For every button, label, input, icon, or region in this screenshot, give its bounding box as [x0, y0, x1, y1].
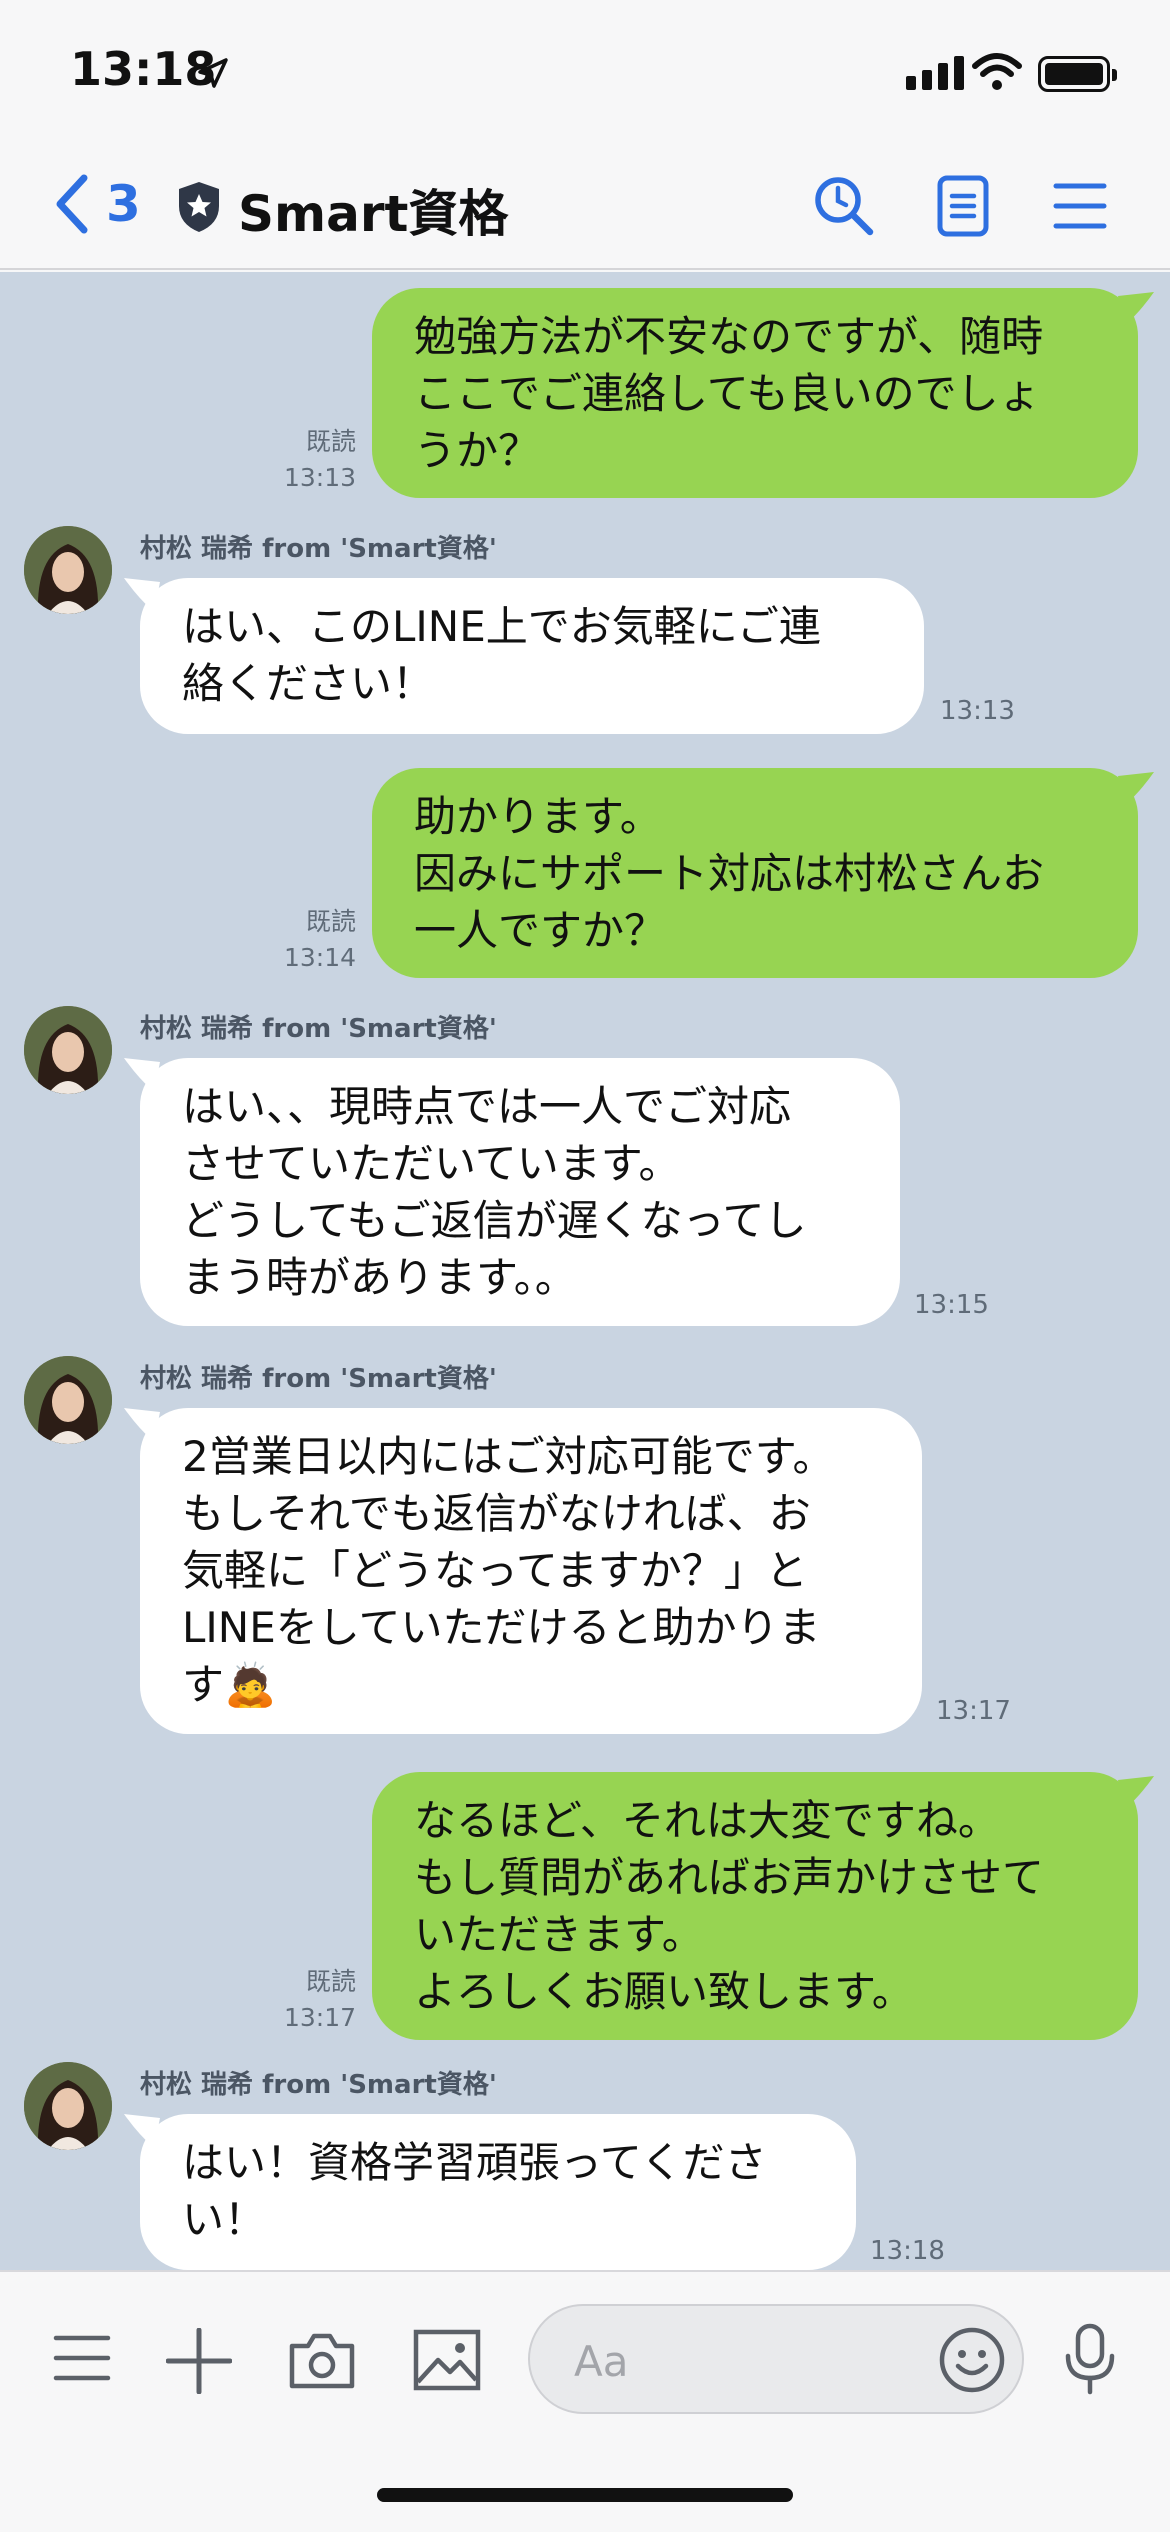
read-receipt: 既読 13:17 — [283, 1967, 356, 2032]
message-line: 因みにサポート対応は村松さんお — [414, 849, 1045, 898]
menu-icon[interactable] — [1052, 174, 1108, 238]
image-icon[interactable] — [412, 2328, 482, 2392]
sender-name: 村松 瑞希 from 'Smart資格' — [140, 534, 497, 564]
message-line: はい！資格学習頑張ってくださ — [182, 2138, 767, 2187]
notes-icon[interactable] — [936, 174, 992, 238]
avatar[interactable] — [24, 526, 112, 614]
avatar-image — [24, 2062, 112, 2150]
message-line: 一人ですか？ — [414, 906, 667, 955]
message-line: なるほど、それは大変ですね。 — [414, 1796, 1000, 1845]
avatar-image — [24, 526, 112, 614]
message-bubble-sent[interactable]: 勉強方法が不安なのですが、随時 ここでご連絡しても良いのでしょ うか？ — [372, 288, 1138, 498]
message-line: まう時があります。。 — [182, 1253, 577, 1302]
sender-name: 村松 瑞希 from 'Smart資格' — [140, 2070, 497, 2100]
message-line: す🙇 — [182, 1660, 277, 1709]
message-bubble-received[interactable]: はい！資格学習頑張ってくださ い！ — [140, 2114, 856, 2270]
message-bubble-sent[interactable]: 助かります。 因みにサポート対応は村松さんお 一人ですか？ — [372, 768, 1138, 978]
message-bubble-received[interactable]: はい、このLINE上でお気軽にご連 絡ください！ — [140, 578, 924, 734]
camera-icon[interactable] — [286, 2328, 358, 2392]
wifi-icon — [972, 53, 1022, 90]
search-icon[interactable] — [812, 174, 876, 238]
message-bubble-received[interactable]: はい、、現時点では一人でご対応 させていただいています。 どうしてもご返信が遅く… — [140, 1058, 900, 1326]
chevron-left-icon — [56, 174, 88, 234]
emoji-icon[interactable] — [938, 2326, 1006, 2394]
unread-count: 3 — [106, 175, 141, 233]
avatar[interactable] — [24, 2062, 112, 2150]
message-line: 絡ください！ — [182, 659, 435, 708]
message-input-box[interactable] — [528, 2304, 1024, 2414]
bubble-tail — [1118, 772, 1154, 806]
menu-icon[interactable] — [52, 2328, 112, 2388]
home-indicator[interactable] — [377, 2488, 793, 2502]
location-arrow-icon — [198, 58, 228, 88]
avatar-image — [24, 1006, 112, 1094]
message-input[interactable] — [574, 2336, 904, 2386]
plus-icon[interactable] — [166, 2328, 232, 2394]
message-line: 2営業日以内にはご対応可能です。 — [182, 1432, 835, 1481]
message-line: 気軽に「どうなってますか？」と — [182, 1546, 808, 1595]
message-line: 勉強方法が不安なのですが、随時 — [414, 312, 1044, 361]
microphone-icon[interactable] — [1062, 2322, 1118, 2396]
message-line: よろしくお願い致します。 — [414, 1967, 914, 2016]
battery-icon — [1038, 56, 1117, 92]
message-line: もしそれでも返信がなければ、お — [182, 1489, 811, 1538]
message-line: させていただいています。 — [182, 1139, 681, 1188]
chat-title: Smart資格 — [238, 185, 509, 243]
message-line: ここでご連絡しても良いのでしょ — [414, 369, 1041, 418]
message-line: どうしてもご返信が遅くなってし — [182, 1196, 807, 1245]
message-bubble-sent[interactable]: なるほど、それは大変ですね。 もし質問があればお声かけさせて いただきます。 よ… — [372, 1772, 1138, 2040]
avatar[interactable] — [24, 1006, 112, 1094]
message-line: もし質問があればお声かけさせて — [414, 1853, 1045, 1902]
message-time: 13:13 — [940, 696, 1015, 726]
chat-header: 3 Smart資格 — [0, 150, 1170, 270]
message-time: 13:15 — [914, 1290, 989, 1320]
message-bubble-received[interactable]: 2営業日以内にはご対応可能です。 もしそれでも返信がなければ、お 気軽に「どうな… — [140, 1408, 922, 1734]
message-line: LINEをしていただけると助かりま — [182, 1603, 821, 1652]
message-line: 助かります。 — [414, 792, 662, 841]
message-line: うか？ — [414, 426, 541, 475]
bubble-tail — [1118, 1776, 1154, 1810]
status-bar: 13:18 — [0, 0, 1170, 150]
read-receipt: 既読 13:13 — [283, 427, 356, 492]
message-line: はい、、現時点では一人でご対応 — [182, 1082, 792, 1131]
status-time: 13:18 — [70, 42, 217, 96]
message-line: いただきます。 — [414, 1910, 704, 1959]
message-line: い！ — [182, 2195, 267, 2244]
message-line: はい、このLINE上でお気軽にご連 — [182, 602, 821, 651]
chat-area[interactable]: 既読 13:13 勉強方法が不安なのですが、随時 ここでご連絡しても良いのでしょ … — [0, 272, 1170, 2270]
sender-name: 村松 瑞希 from 'Smart資格' — [140, 1014, 497, 1044]
message-time: 13:18 — [870, 2236, 945, 2266]
message-time: 13:17 — [936, 1696, 1011, 1726]
sender-name: 村松 瑞希 from 'Smart資格' — [140, 1364, 497, 1394]
avatar-image — [24, 1356, 112, 1444]
shield-star-icon — [179, 182, 219, 232]
avatar[interactable] — [24, 1356, 112, 1444]
back-button[interactable]: 3 — [52, 172, 141, 236]
bubble-tail — [1118, 292, 1154, 326]
cellular-signal-icon — [906, 56, 964, 90]
read-receipt: 既読 13:14 — [283, 907, 356, 972]
